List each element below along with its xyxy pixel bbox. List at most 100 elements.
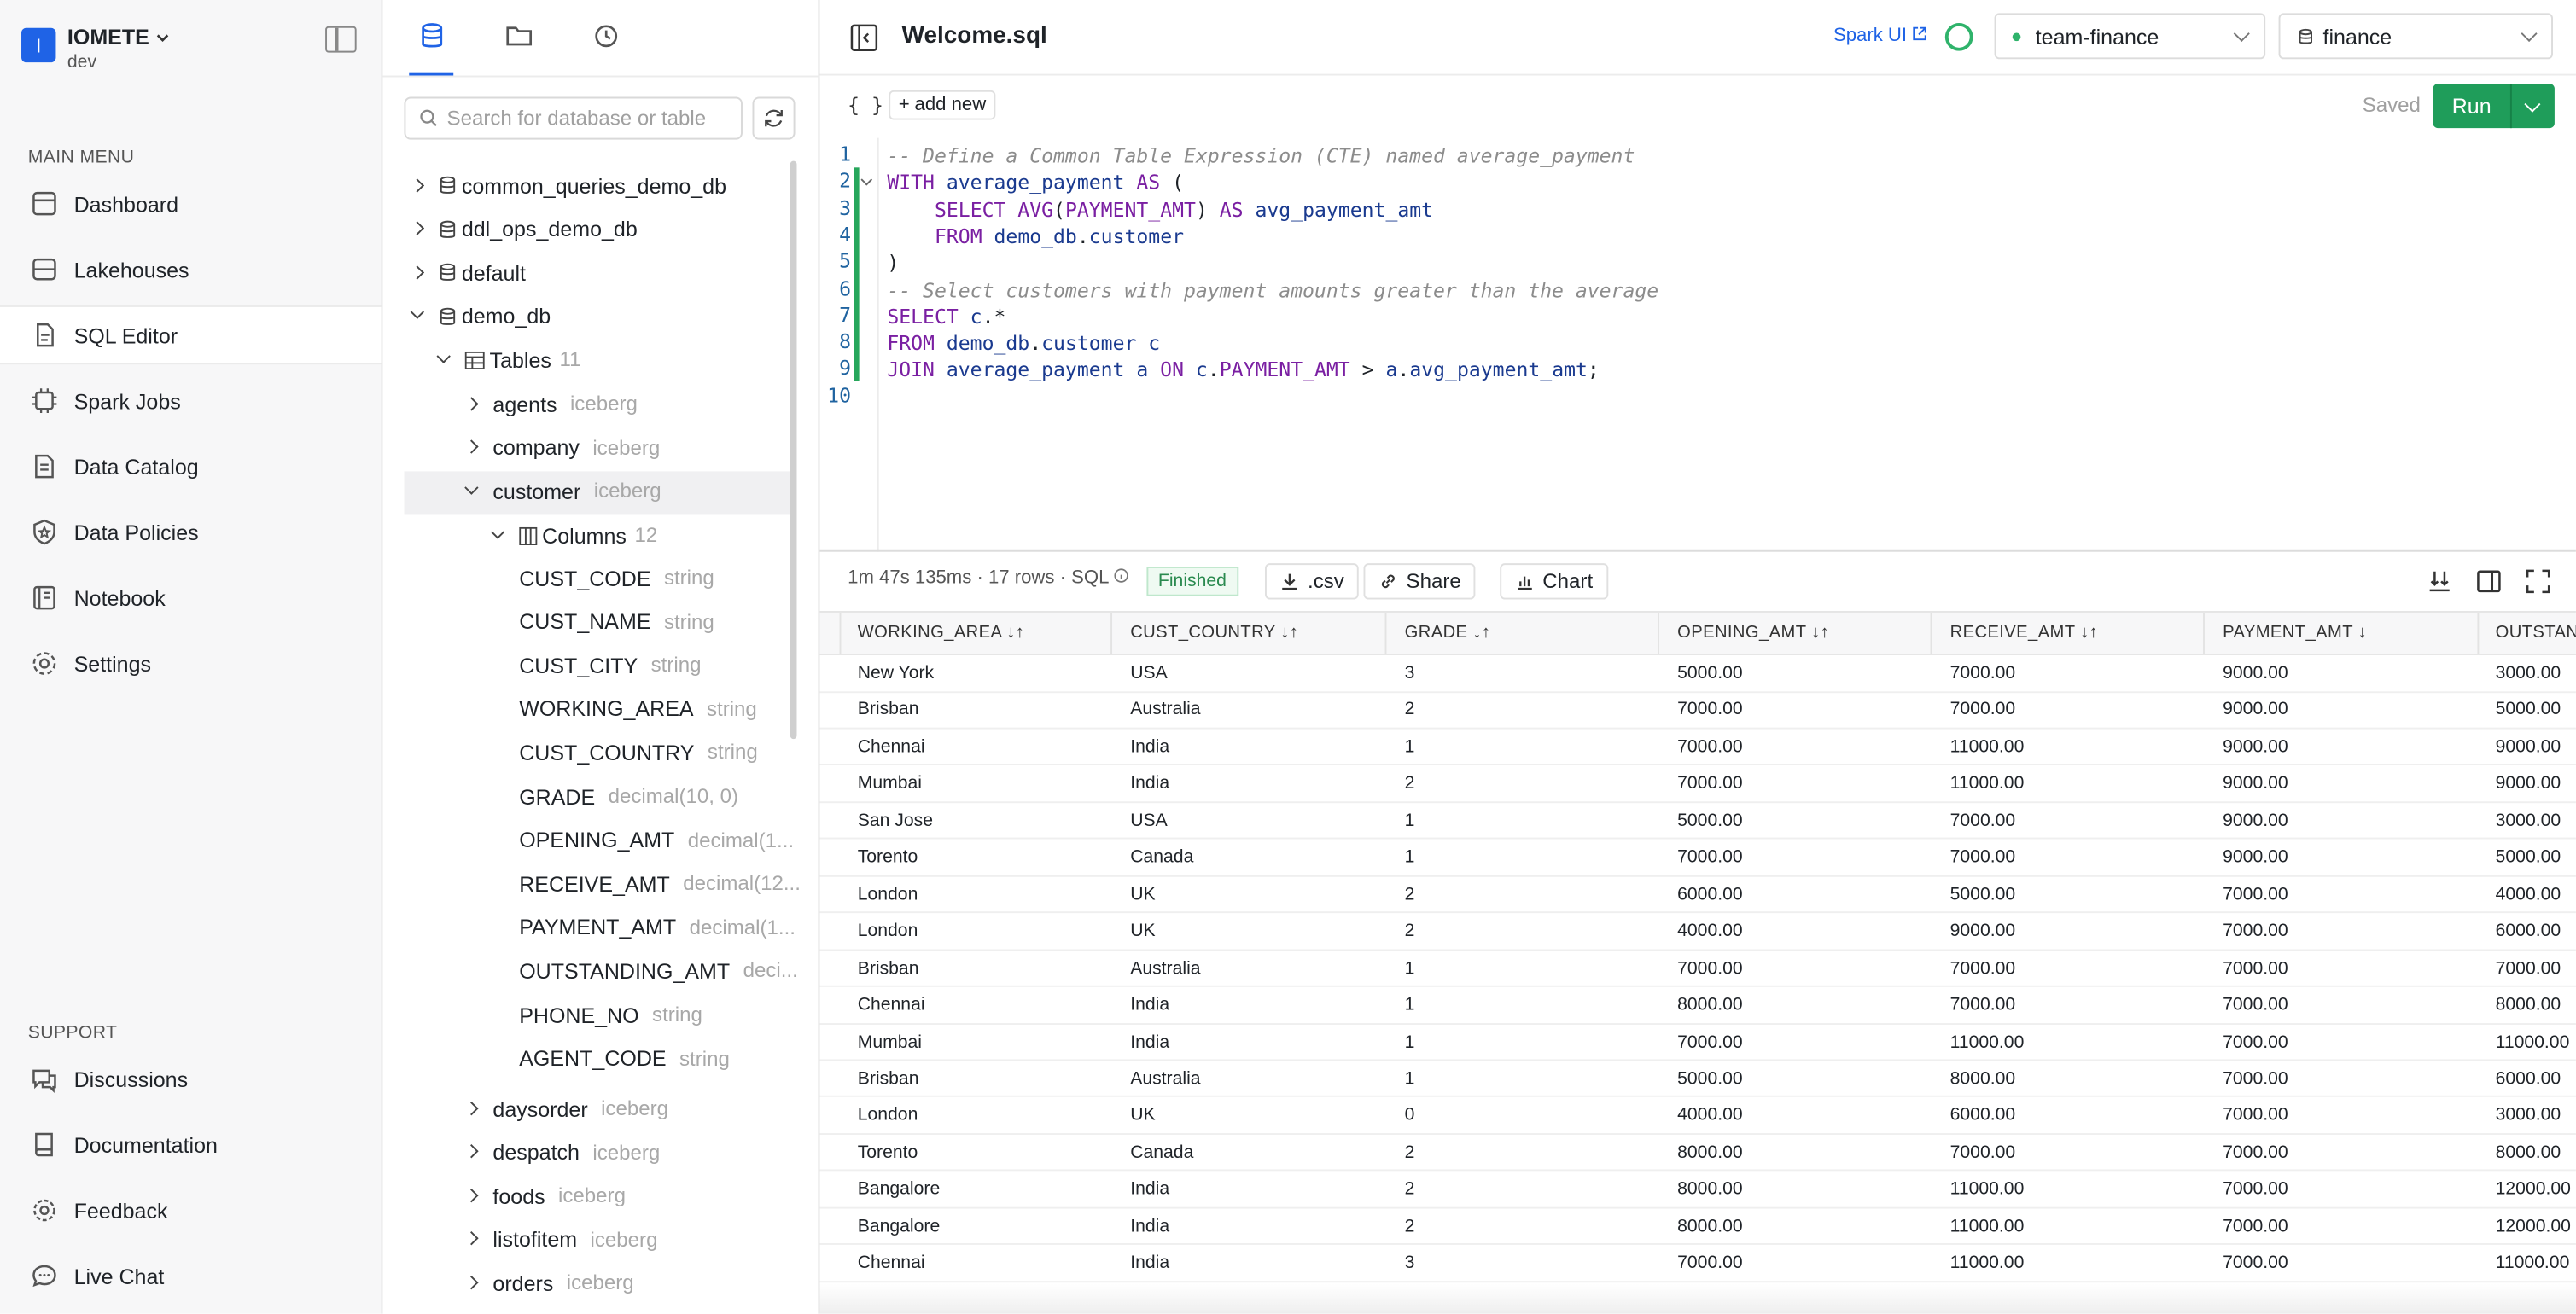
collapse-panel-icon[interactable] [849, 23, 879, 53]
explorer-search-input[interactable]: Search for database or table [404, 96, 743, 140]
tree-column[interactable]: PAYMENT_AMT decimal(1... [519, 906, 796, 949]
tree-database[interactable]: common_queries_demo_db [411, 164, 726, 206]
column-separator[interactable] [1110, 612, 1113, 654]
sidebar-item-data-policies[interactable]: Data Policies [0, 503, 382, 561]
code-line[interactable]: -- Select customers with payment amounts… [887, 276, 1658, 303]
sidebar-item-live-chat[interactable]: Live Chat [0, 1247, 382, 1305]
spark-ui-link[interactable]: Spark UI [1833, 26, 1927, 46]
tree-database[interactable]: demo_db [411, 294, 551, 337]
add-new-button[interactable]: + add new [889, 90, 996, 120]
chevron-icon[interactable] [437, 352, 452, 367]
code-line[interactable]: FROM demo_db.customer [887, 224, 1184, 250]
sidebar-item-dashboard[interactable]: Dashboard [0, 174, 382, 233]
cluster-select[interactable]: team-finance [1994, 13, 2266, 60]
chevron-icon[interactable] [465, 1102, 480, 1116]
tree-table[interactable]: company iceberg [465, 426, 660, 468]
tree-column[interactable]: WORKING_AREA string [519, 688, 757, 730]
column-header[interactable]: RECEIVE_AMT ↓↑ [1950, 622, 2098, 642]
chevron-icon[interactable] [465, 440, 480, 455]
code-line[interactable]: SELECT AVG(PAYMENT_AMT) AS avg_payment_a… [887, 196, 1433, 223]
column-header[interactable]: OPENING_AMT ↓↑ [1677, 622, 1829, 642]
chevron-icon[interactable] [411, 178, 425, 193]
column-header[interactable]: OUTSTAN [2496, 622, 2576, 642]
chevron-icon[interactable] [465, 1232, 480, 1247]
sidebar-item-lakehouses[interactable]: Lakehouses [0, 240, 382, 299]
chevron-icon[interactable] [465, 1189, 480, 1203]
history-tab-icon[interactable] [590, 20, 622, 52]
column-separator[interactable] [1384, 612, 1387, 654]
database-tab-icon[interactable] [416, 20, 448, 52]
column-header[interactable]: WORKING_AREA ↓↑ [858, 622, 1025, 642]
code-line[interactable]: FROM demo_db.customer c [887, 330, 1160, 357]
folder-tab-icon[interactable] [503, 20, 535, 52]
catalog-select[interactable]: finance [2278, 13, 2553, 60]
tree-table[interactable]: orders iceberg [465, 1261, 633, 1304]
tree-database[interactable]: ddl_ops_demo_db [411, 207, 638, 250]
horizontal-scrollbar[interactable] [819, 1284, 2576, 1314]
code-line[interactable]: ) [887, 250, 899, 276]
refresh-button[interactable] [752, 96, 796, 140]
results-divider[interactable] [819, 549, 2576, 552]
sidebar-item-discussions[interactable]: Discussions [0, 1049, 382, 1108]
explorer-scrollbar[interactable] [790, 160, 797, 740]
workspace-switcher[interactable]: I IOMETE dev [21, 23, 171, 74]
sidebar-item-settings[interactable]: Settings [0, 634, 382, 693]
code-line[interactable]: -- Define a Common Table Expression (CTE… [887, 142, 1635, 169]
share-button[interactable]: Share [1363, 563, 1477, 600]
column-header[interactable]: CUST_COUNTRY ↓↑ [1130, 622, 1298, 642]
sidebar-item-data-catalog[interactable]: Data Catalog [0, 437, 382, 496]
tree-column[interactable]: RECEIVE_AMT decimal(12... [519, 863, 801, 905]
format-button[interactable]: { } [848, 94, 883, 117]
tree-table[interactable]: despatch iceberg [465, 1131, 660, 1173]
tree-column[interactable]: CUST_CODE string [519, 556, 714, 599]
run-options-chevron-icon[interactable] [2512, 84, 2555, 128]
column-header[interactable]: PAYMENT_AMT ↓ [2223, 622, 2367, 642]
code-line[interactable]: SELECT c.* [887, 304, 1005, 330]
run-button[interactable]: Run [2433, 84, 2555, 129]
sidebar-toggle-icon[interactable] [325, 26, 357, 53]
column-separator[interactable] [839, 612, 842, 654]
tree-table[interactable]: foods iceberg [465, 1174, 626, 1217]
chevron-icon[interactable] [411, 265, 425, 280]
sidebar-item-spark-jobs[interactable]: Spark Jobs [0, 371, 382, 430]
code-line[interactable]: JOIN average_payment a ON c.PAYMENT_AMT … [887, 357, 1600, 383]
column-separator[interactable] [1930, 612, 1932, 654]
tree-column[interactable]: CUST_NAME string [519, 601, 714, 643]
column-separator[interactable] [1658, 612, 1659, 654]
chevron-icon[interactable] [465, 397, 480, 411]
chevron-icon[interactable] [465, 1276, 480, 1290]
download-csv-button[interactable]: .csv [1265, 563, 1360, 600]
tree-column[interactable]: PHONE_NO string [519, 993, 702, 1036]
tree-column[interactable]: GRADE decimal(10, 0) [519, 775, 738, 817]
tree-table[interactable]: customer iceberg [465, 469, 661, 512]
scroll-to-bottom-icon[interactable] [2427, 568, 2453, 595]
chart-button[interactable]: Chart [1500, 563, 1608, 600]
code-line[interactable]: WITH average_payment AS ( [887, 170, 1184, 196]
tree-tables-group[interactable]: Tables 11 [437, 338, 581, 381]
sidebar-item-sql-editor[interactable]: SQL Editor [0, 305, 382, 365]
tree-column[interactable]: AGENT_CODE string [519, 1038, 730, 1080]
table-cell: Brisban [857, 700, 919, 720]
column-separator[interactable] [2477, 612, 2480, 654]
tree-column[interactable]: OPENING_AMT decimal(1... [519, 819, 794, 862]
tree-column[interactable]: CUST_CITY string [519, 644, 701, 687]
sidebar-item-notebook[interactable]: Notebook [0, 568, 382, 627]
chevron-icon[interactable] [465, 484, 480, 498]
chevron-icon[interactable] [411, 309, 425, 323]
sidebar-item-feedback[interactable]: Feedback [0, 1181, 382, 1240]
chevron-icon[interactable] [411, 222, 425, 236]
tree-column[interactable]: CUST_COUNTRY string [519, 731, 758, 774]
column-header[interactable]: GRADE ↓↑ [1405, 622, 1491, 642]
split-panel-icon[interactable] [2476, 568, 2503, 595]
tree-column[interactable]: OUTSTANDING_AMT deci... [519, 950, 798, 992]
chevron-icon[interactable] [465, 1145, 480, 1160]
tree-table[interactable]: listofitem iceberg [465, 1218, 657, 1260]
tree-columns-group[interactable]: Columns 12 [491, 514, 657, 556]
tree-table[interactable]: agents iceberg [465, 382, 637, 425]
chevron-icon[interactable] [491, 528, 505, 543]
tree-database[interactable]: default [411, 251, 526, 294]
tree-table[interactable]: daysorder iceberg [465, 1087, 668, 1130]
sidebar-item-documentation[interactable]: Documentation [0, 1115, 382, 1174]
fullscreen-icon[interactable] [2525, 568, 2551, 595]
column-separator[interactable] [2203, 612, 2205, 654]
